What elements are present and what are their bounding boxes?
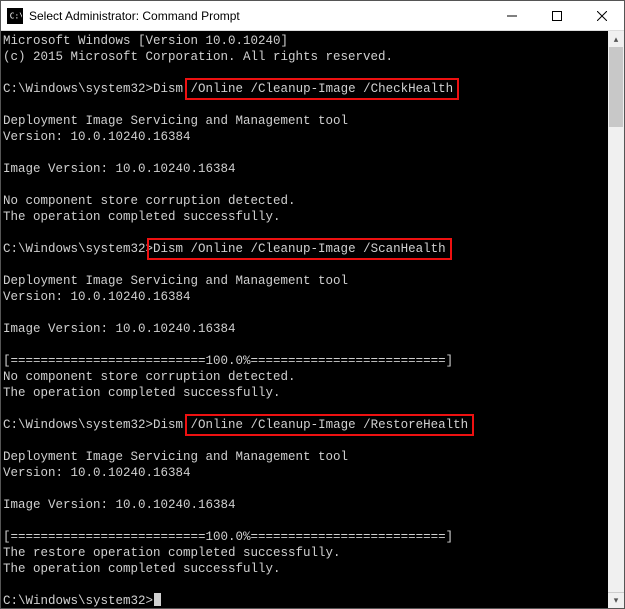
cmd-icon: C:\	[7, 8, 23, 24]
titlebar[interactable]: C:\ Select Administrator: Command Prompt	[1, 1, 624, 31]
output-line: Image Version: 10.0.10240.16384	[3, 321, 608, 337]
output-line: The operation completed successfully.	[3, 561, 608, 577]
output-line: Microsoft Windows [Version 10.0.10240]	[3, 33, 608, 49]
output-line: The operation completed successfully.	[3, 209, 608, 225]
console-output[interactable]: Microsoft Windows [Version 10.0.10240](c…	[1, 31, 608, 608]
window-title: Select Administrator: Command Prompt	[29, 9, 489, 23]
output-line: No component store corruption detected.	[3, 193, 608, 209]
output-line: Version: 10.0.10240.16384	[3, 289, 608, 305]
output-line: Deployment Image Servicing and Managemen…	[3, 113, 608, 129]
command-line: C:\Windows\system32>Dism /Online /Cleanu…	[3, 417, 608, 433]
highlight-scanhealth: Dism /Online /Cleanup-Image /ScanHealth	[147, 238, 452, 260]
output-line: Version: 10.0.10240.16384	[3, 465, 608, 481]
minimize-button[interactable]	[489, 1, 534, 30]
prompt-line: C:\Windows\system32>	[3, 593, 608, 608]
command-line: C:\Windows\system32>Dism /Online /Cleanu…	[3, 241, 608, 257]
output-line: Image Version: 10.0.10240.16384	[3, 497, 608, 513]
maximize-button[interactable]	[534, 1, 579, 30]
scroll-down-button[interactable]: ▾	[608, 592, 624, 608]
output-line: Image Version: 10.0.10240.16384	[3, 161, 608, 177]
output-line: Deployment Image Servicing and Managemen…	[3, 273, 608, 289]
close-button[interactable]	[579, 1, 624, 30]
output-line: Version: 10.0.10240.16384	[3, 129, 608, 145]
output-line: Deployment Image Servicing and Managemen…	[3, 449, 608, 465]
scroll-thumb[interactable]	[609, 47, 623, 127]
command-line: C:\Windows\system32>Dism /Online /Cleanu…	[3, 81, 608, 97]
progress-bar: [==========================100.0%=======…	[3, 353, 608, 369]
output-line: The operation completed successfully.	[3, 385, 608, 401]
text-cursor	[154, 593, 161, 606]
progress-bar: [==========================100.0%=======…	[3, 529, 608, 545]
window-controls	[489, 1, 624, 30]
command-prompt-window: C:\ Select Administrator: Command Prompt…	[0, 0, 625, 609]
output-line: The restore operation completed successf…	[3, 545, 608, 561]
highlight-restorehealth: /Online /Cleanup-Image /RestoreHealth	[185, 414, 475, 436]
output-line: (c) 2015 Microsoft Corporation. All righ…	[3, 49, 608, 65]
console-area: Microsoft Windows [Version 10.0.10240](c…	[1, 31, 624, 608]
output-line: No component store corruption detected.	[3, 369, 608, 385]
vertical-scrollbar[interactable]: ▴ ▾	[608, 31, 624, 608]
svg-text:C:\: C:\	[10, 11, 22, 20]
scroll-up-button[interactable]: ▴	[608, 31, 624, 47]
highlight-checkhealth: /Online /Cleanup-Image /CheckHealth	[185, 78, 460, 100]
